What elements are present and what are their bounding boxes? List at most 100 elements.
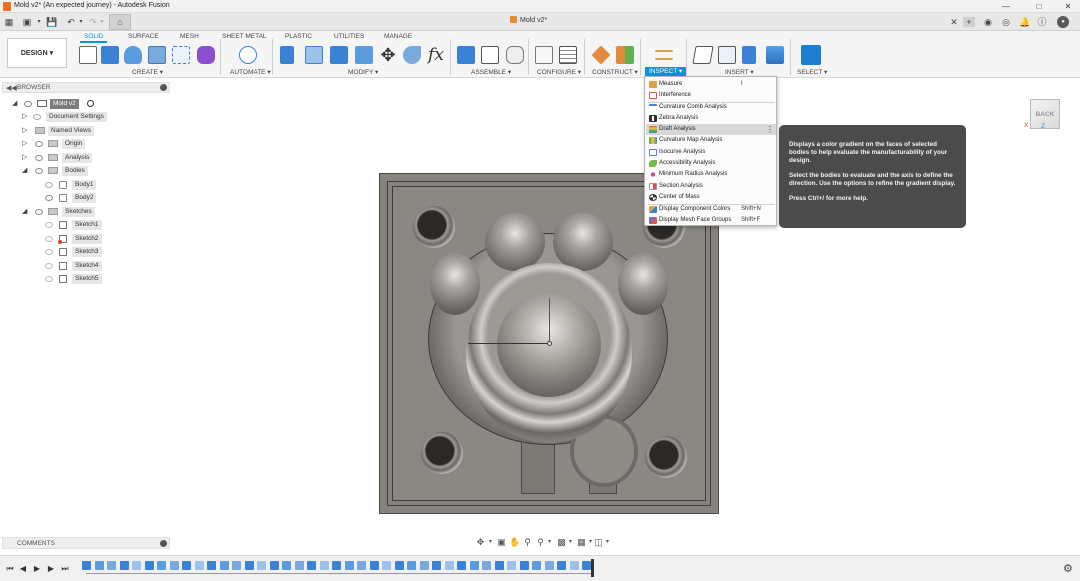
menu-item-section-analysis[interactable]: Section Analysis: [646, 181, 776, 192]
tree-row-bodies[interactable]: ◢ Bodies: [0, 165, 170, 176]
timeline-feature-icon[interactable]: [207, 561, 216, 570]
menu-item-curvature-map-analysis[interactable]: Curvature Map Analysis: [646, 135, 776, 146]
document-tab[interactable]: Mold v2*: [510, 16, 547, 28]
menu-item-center-of-mass[interactable]: Center of Mass: [646, 192, 776, 203]
menu-item-display-component-colors[interactable]: Display Component Colors Shift+N: [646, 204, 776, 215]
insert-derive-icon[interactable]: [692, 46, 714, 64]
timeline-feature-icon[interactable]: [194, 561, 204, 570]
tab-surface[interactable]: SURFACE: [128, 33, 159, 40]
timeline-feature-icon[interactable]: [294, 561, 304, 570]
home-button[interactable]: ⌂: [109, 14, 131, 30]
insert-menu[interactable]: INSERT ▾: [725, 68, 754, 76]
timeline-feature-icon[interactable]: [369, 561, 379, 570]
tree-row-sketch5[interactable]: Sketch5: [0, 273, 170, 284]
visibility-eye-icon[interactable]: [45, 236, 53, 242]
insert-canvas-icon[interactable]: [766, 46, 784, 64]
timeline-feature-icon[interactable]: [119, 561, 129, 570]
expand-arrow-icon[interactable]: ▷: [22, 154, 28, 162]
sprue-channel[interactable]: [521, 440, 555, 494]
timeline-feature-icon[interactable]: [444, 561, 454, 570]
visibility-eye-icon[interactable]: [45, 263, 53, 269]
tab-utilities[interactable]: UTILITIES: [334, 33, 364, 40]
timeline-feature-icon[interactable]: [482, 561, 491, 570]
timeline-feature-icon[interactable]: [307, 561, 316, 570]
job-status-icon[interactable]: ◎: [1001, 17, 1011, 27]
tab-solid[interactable]: SOLID: [84, 33, 104, 40]
paw-toe-bump[interactable]: [485, 213, 545, 271]
timeline-feature-icon[interactable]: [407, 561, 416, 570]
file-menu-icon[interactable]: ▣: [22, 17, 32, 27]
timeline-feature-icon[interactable]: [107, 561, 116, 570]
pin-hole[interactable]: [413, 206, 455, 248]
tree-row-analysis[interactable]: ▷ Analysis: [0, 152, 170, 163]
visibility-eye-icon[interactable]: [45, 249, 53, 255]
tree-row-named-views[interactable]: ▷ Named Views: [0, 125, 170, 136]
tab-plastic[interactable]: PLASTIC: [285, 33, 312, 40]
minimize-button[interactable]: —: [996, 1, 1016, 12]
menu-item-measure[interactable]: Measure I: [646, 79, 776, 90]
redo-dropdown-icon[interactable]: ▾: [97, 17, 107, 27]
look-at-icon[interactable]: ▣: [496, 537, 507, 548]
pin-hole[interactable]: [421, 432, 463, 474]
timeline-feature-icon[interactable]: [457, 561, 466, 570]
menu-item-minimum-radius-analysis[interactable]: Minimum Radius Analysis: [646, 169, 776, 180]
tree-row-origin[interactable]: ▷ Origin: [0, 138, 170, 149]
menu-item-isocurve-analysis[interactable]: Isocurve Analysis: [646, 147, 776, 158]
timeline-feature-icon[interactable]: [557, 561, 566, 570]
timeline-feature-icon[interactable]: [507, 561, 516, 570]
fit-dropdown-icon[interactable]: ▾: [544, 537, 555, 548]
visibility-eye-icon[interactable]: [35, 168, 43, 174]
timeline-marker[interactable]: [591, 559, 594, 577]
viewports-dropdown-icon[interactable]: ▾: [602, 537, 613, 548]
create-form-icon[interactable]: [197, 46, 215, 64]
timeline-feature-icon[interactable]: [94, 561, 104, 570]
collapse-browser-icon[interactable]: ◀◀: [6, 84, 17, 92]
collapse-arrow-icon[interactable]: ◢: [22, 167, 28, 175]
offset-plane-icon[interactable]: [591, 45, 611, 65]
menu-item-interference[interactable]: Interference: [646, 90, 776, 101]
measure-icon[interactable]: [655, 50, 673, 60]
inspect-menu-button[interactable]: INSPECT ▾: [645, 67, 687, 76]
insert-mcmaster-icon[interactable]: [742, 46, 756, 64]
viewcube[interactable]: BACK: [1030, 99, 1060, 129]
tree-root-row[interactable]: ◢ Mold v2: [0, 98, 170, 109]
timeline-feature-icon[interactable]: [357, 561, 366, 570]
select-menu[interactable]: SELECT ▾: [797, 68, 827, 76]
chamfer-icon[interactable]: [330, 46, 348, 64]
timeline-feature-icon[interactable]: [332, 561, 341, 570]
timeline-feature-icon[interactable]: [182, 561, 191, 570]
expand-arrow-icon[interactable]: ▷: [22, 113, 28, 121]
notifications-icon[interactable]: 🔔: [1019, 17, 1030, 27]
revolve-icon[interactable]: [124, 46, 142, 64]
timeline-feature-icon[interactable]: [582, 561, 591, 570]
timeline-feature-icon[interactable]: [544, 561, 554, 570]
create-sketch-icon[interactable]: [79, 46, 97, 64]
timeline-feature-icon[interactable]: [519, 561, 529, 570]
create-menu[interactable]: CREATE ▾: [132, 68, 163, 76]
activate-radio-icon[interactable]: [87, 100, 94, 107]
close-tab-icon[interactable]: ✕: [949, 17, 959, 27]
timeline-feature-icon[interactable]: [244, 561, 254, 570]
visibility-eye-icon[interactable]: [35, 209, 43, 215]
timeline-feature-icon[interactable]: [219, 561, 229, 570]
timeline-feature-icon[interactable]: [494, 561, 504, 570]
timeline-feature-icon[interactable]: [82, 561, 91, 570]
timeline-feature-icon[interactable]: [157, 561, 166, 570]
timeline-feature-icon[interactable]: [344, 561, 354, 570]
joint-icon[interactable]: [481, 46, 499, 64]
modify-menu[interactable]: MODIFY ▾: [348, 68, 378, 76]
collapse-arrow-icon[interactable]: ◢: [22, 208, 28, 216]
paw-toe-bump[interactable]: [553, 213, 613, 271]
file-dropdown-icon[interactable]: ▾: [34, 17, 44, 27]
timeline-feature-icon[interactable]: [232, 561, 241, 570]
close-button[interactable]: ✕: [1058, 1, 1078, 12]
tree-row-body1[interactable]: Body1: [0, 179, 170, 190]
construct-menu[interactable]: CONSTRUCT ▾: [592, 68, 638, 76]
tree-row-sketch1[interactable]: Sketch1: [0, 219, 170, 230]
expand-arrow-icon[interactable]: ▷: [22, 127, 28, 135]
split-face-icon[interactable]: [403, 46, 421, 64]
timeline-feature-icon[interactable]: [269, 561, 279, 570]
new-component-icon[interactable]: [457, 46, 475, 64]
tab-sheet-metal[interactable]: SHEET METAL: [222, 33, 267, 40]
pin-hole[interactable]: [645, 436, 687, 478]
